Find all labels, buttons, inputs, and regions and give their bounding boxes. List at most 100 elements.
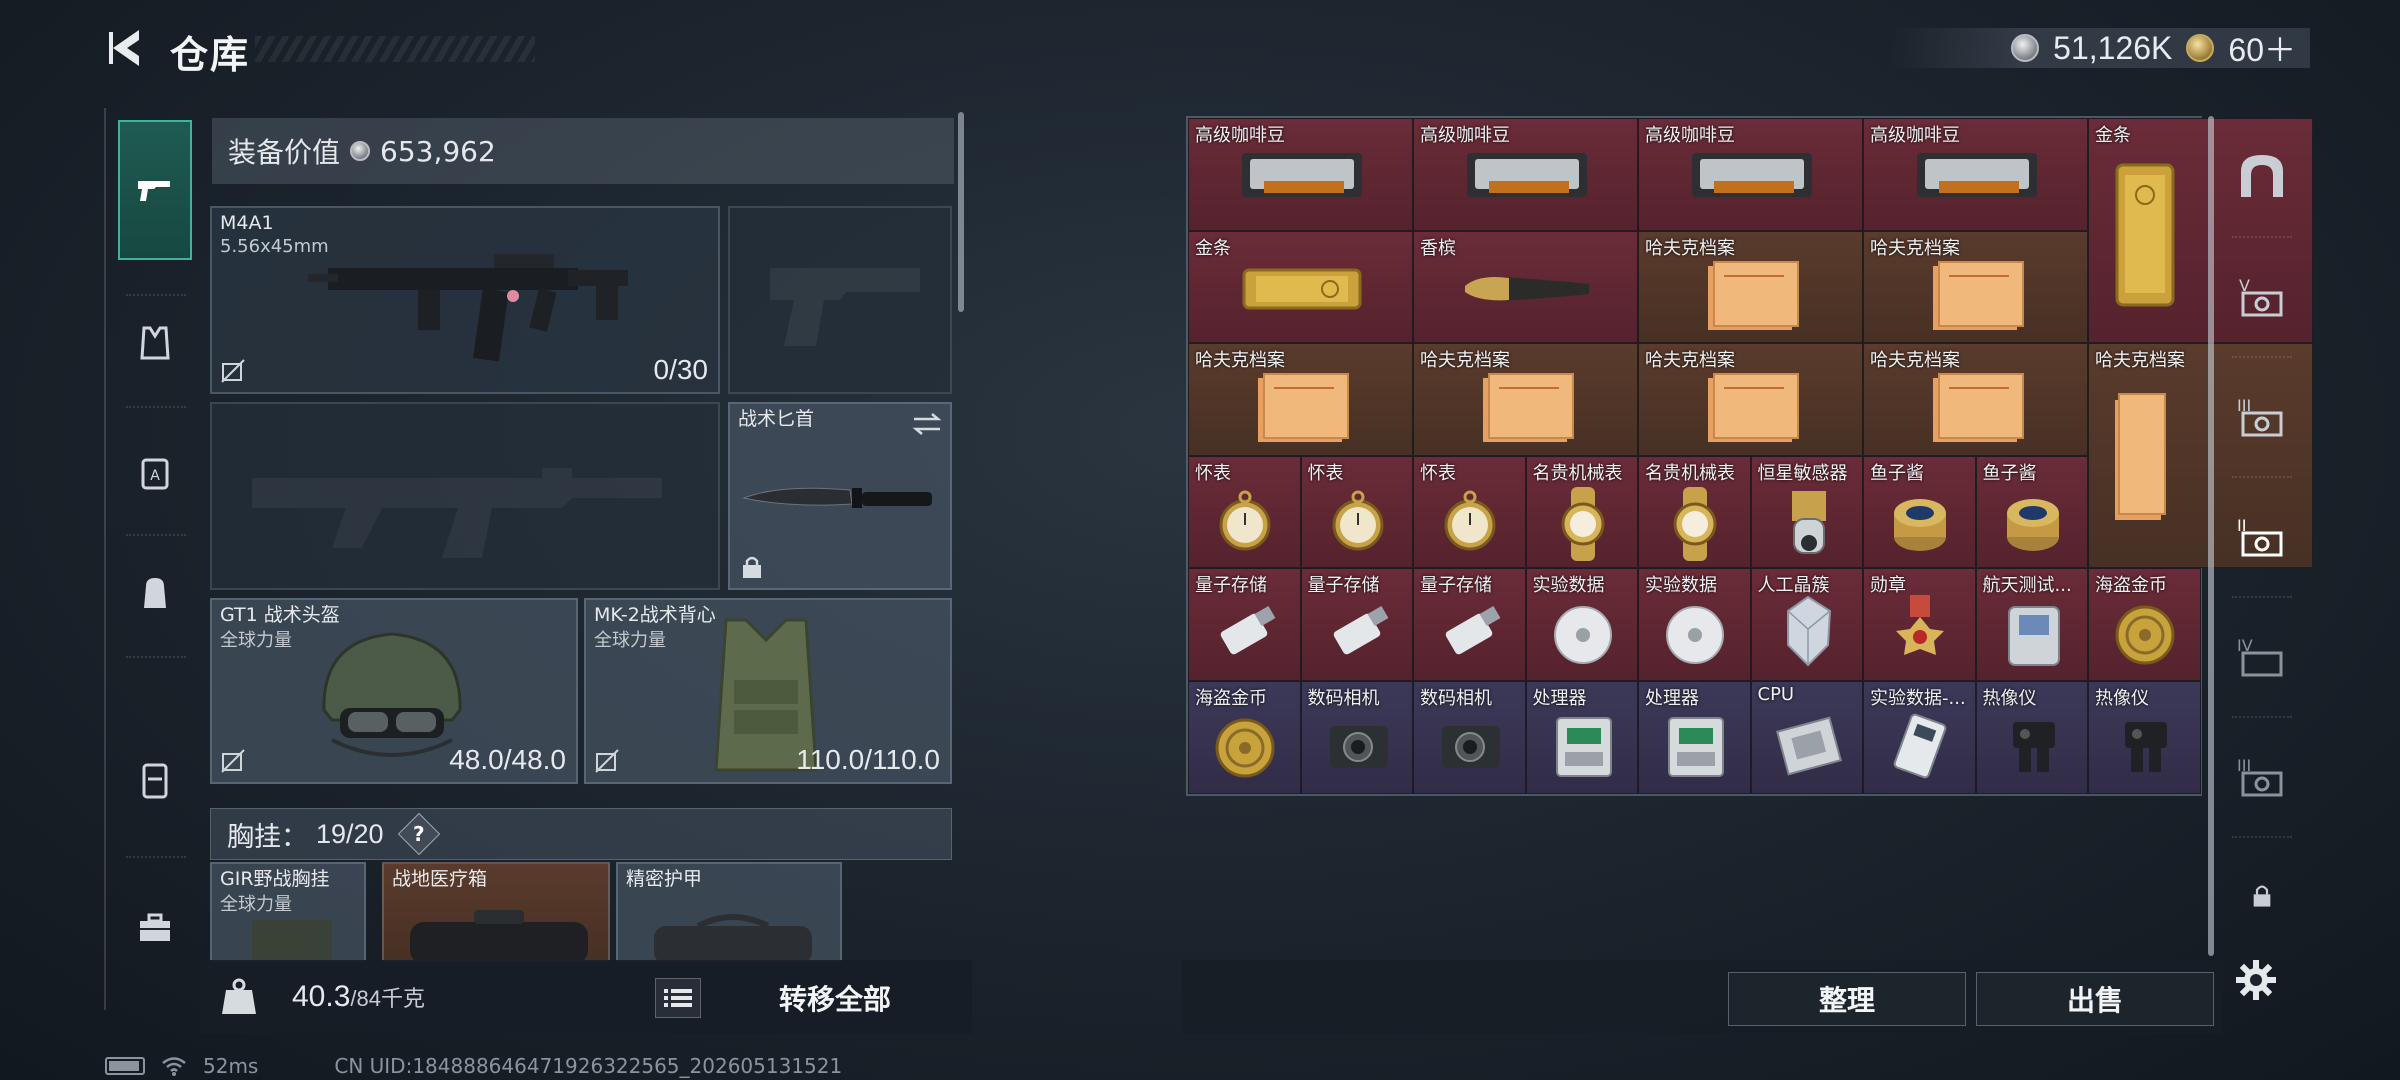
storage-item-name: 热像仪 <box>2095 688 2149 709</box>
storage-item[interactable]: 高级咖啡豆 <box>1638 118 1863 231</box>
storage-item[interactable]: 航天测试... <box>1975 568 2088 681</box>
storage-tab-locked[interactable] <box>2222 856 2302 936</box>
storage-item[interactable]: 哈夫克档案 <box>1188 343 1413 456</box>
nav-tab-toolbox[interactable] <box>118 888 192 968</box>
storage-item-name: 金条 <box>2095 125 2131 146</box>
storage-item[interactable]: 处理器 <box>1638 681 1751 794</box>
storage-item[interactable]: 热像仪 <box>1975 681 2088 794</box>
usb-drive-icon <box>1333 606 1388 655</box>
nav-tab-pouch[interactable] <box>118 740 192 820</box>
crystal-icon <box>1786 596 1831 667</box>
caviar-tin-icon <box>1894 498 1946 551</box>
storage-item[interactable]: 恒星敏感器 <box>1750 455 1863 569</box>
backpack-icon <box>144 578 166 608</box>
silver-currency-value: 51,126K <box>2053 29 2173 66</box>
storage-tab-iv[interactable]: IV <box>2222 616 2302 696</box>
storage-item[interactable]: 哈夫克档案 <box>1638 343 1863 456</box>
storage-item[interactable]: 怀表 <box>1188 455 1301 569</box>
helmet-slot[interactable]: GT1 战术头盔 全球力量 48.0/48.0 <box>210 598 578 784</box>
armor-slot[interactable]: MK-2战术背心 全球力量 110.0/110.0 <box>584 598 952 784</box>
storage-tab-v[interactable]: V <box>2222 256 2302 336</box>
nav-tab-armor[interactable] <box>118 308 192 378</box>
settings-button[interactable] <box>2228 952 2284 1008</box>
sort-button[interactable]: 整理 <box>1728 972 1966 1026</box>
storage-item[interactable]: 实验数据 <box>1525 568 1638 681</box>
storage-item[interactable]: 哈夫克档案 <box>1638 230 1863 344</box>
storage-item[interactable]: 怀表 <box>1413 455 1526 569</box>
rig-item-name: 精密护甲 <box>626 868 703 890</box>
storage-item[interactable]: 海盗金币 <box>1188 681 1301 794</box>
storage-item[interactable]: 量子存储 <box>1188 568 1301 681</box>
storage-item[interactable]: 海盗金币 <box>2088 568 2201 681</box>
storage-item[interactable]: 实验数据-... <box>1863 681 1976 794</box>
helmet-durability: 48.0/48.0 <box>449 744 566 775</box>
nav-tab-chest-rig[interactable]: A <box>118 438 192 508</box>
storage-item[interactable]: 人工晶簇 <box>1750 568 1863 681</box>
back-button[interactable] <box>100 22 150 74</box>
rifle-silhouette-icon <box>252 468 662 558</box>
storage-item[interactable]: 实验数据 <box>1638 568 1751 681</box>
storage-tab-ii[interactable]: II <box>2222 496 2302 576</box>
storage-item[interactable]: 高级咖啡豆 <box>1413 118 1638 231</box>
equipment-scrollbar[interactable] <box>958 112 964 312</box>
rig-item-brand: 全球力量 <box>220 894 292 915</box>
transfer-all-button[interactable]: 转移全部 <box>720 970 950 1026</box>
rig-slot-armor-plate[interactable]: 精密护甲 <box>616 862 842 962</box>
storage-item[interactable]: 处理器 <box>1525 681 1638 794</box>
storage-item[interactable]: 勋章 <box>1863 568 1976 681</box>
storage-item[interactable]: 量子存储 <box>1413 568 1526 681</box>
storage-item[interactable]: 鱼子酱 <box>1975 455 2088 569</box>
secondary-weapon-slot[interactable] <box>728 206 952 394</box>
storage-scrollbar[interactable] <box>2208 116 2214 956</box>
rig-item-name: 战地医疗箱 <box>392 868 488 890</box>
storage-item[interactable]: 哈夫克档案 <box>1413 343 1638 456</box>
nav-tab-weapons[interactable] <box>118 120 192 260</box>
storage-item[interactable]: 怀表 <box>1300 455 1413 569</box>
usb-drive-icon <box>1445 606 1501 655</box>
storage-iii-icon: III <box>2237 396 2283 437</box>
disc-icon <box>1553 606 1612 665</box>
storage-tab-vault[interactable] <box>2222 136 2302 216</box>
melee-slot[interactable]: 战术匕首 <box>728 402 952 590</box>
storage-item[interactable]: CPU <box>1750 681 1863 794</box>
secondary-rifle-slot[interactable] <box>210 402 720 590</box>
storage-item[interactable]: 数码相机 <box>1413 681 1526 794</box>
storage-item[interactable]: 香槟 <box>1413 230 1638 344</box>
gold-currency-value[interactable]: 60＋ <box>2228 25 2296 71</box>
primary-weapon-slot[interactable]: M4A1 5.56x45mm 0/30 <box>210 206 720 394</box>
gold-bar-icon <box>1242 268 1361 310</box>
battery-icon <box>105 1057 145 1075</box>
storage-item-name: 香槟 <box>1420 237 1456 259</box>
storage-item[interactable]: 高级咖啡豆 <box>1188 118 1413 231</box>
weapon-ammo: 0/30 <box>653 354 709 385</box>
storage-tab-iii-a[interactable]: III <box>2222 376 2302 456</box>
pirate-coin-icon <box>2115 605 2175 665</box>
storage-item-name: 处理器 <box>1645 688 1699 709</box>
storage-item[interactable]: 名贵机械表 <box>1525 455 1638 569</box>
folder-icon <box>1482 373 1574 443</box>
storage-item[interactable]: 金条 <box>1188 230 1413 344</box>
storage-item[interactable]: 鱼子酱 <box>1863 455 1976 569</box>
equipment-value-label: 装备价值 <box>228 136 341 169</box>
storage-item[interactable]: 高级咖啡豆 <box>1863 118 2088 231</box>
help-button[interactable]: ? <box>397 812 440 856</box>
rig-slot-vest[interactable]: GIR野战胸挂 全球力量 <box>210 862 366 962</box>
storage-v-icon: V <box>2239 276 2283 317</box>
storage-item[interactable]: 量子存储 <box>1300 568 1413 681</box>
pocket-watch-icon <box>1444 490 1496 551</box>
storage-item[interactable]: 名贵机械表 <box>1638 455 1751 569</box>
sell-button[interactable]: 出售 <box>1976 972 2214 1026</box>
list-view-button[interactable] <box>655 978 701 1018</box>
storage-item-name: 航天测试... <box>1982 575 2072 597</box>
uid-text: CN UID:184888646471926322565_20260513152… <box>334 1054 843 1078</box>
storage-item[interactable]: 热像仪 <box>2088 681 2201 794</box>
storage-item[interactable]: 哈夫克档案 <box>1863 343 2088 456</box>
nav-tab-backpack[interactable] <box>118 558 192 628</box>
storage-item[interactable]: 数码相机 <box>1300 681 1413 794</box>
storage-item[interactable]: 哈夫克档案 <box>1863 230 2088 344</box>
storage-item-name: 量子存储 <box>1420 575 1492 597</box>
data-drive-icon <box>1893 713 1947 779</box>
coffee-bag-icon <box>1241 153 1362 197</box>
rig-slot-medkit[interactable]: 战地医疗箱 <box>382 862 610 962</box>
storage-tab-iii-b[interactable]: III <box>2222 736 2302 816</box>
